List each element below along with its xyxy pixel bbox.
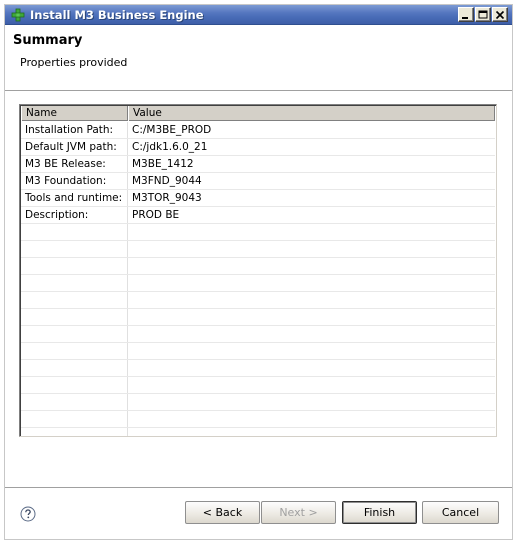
row-name <box>21 309 128 325</box>
content-area: Name Value Installation Path: C:/M3BE_PRO… <box>4 92 513 484</box>
row-name <box>21 224 128 240</box>
row-value <box>128 411 495 427</box>
row-name <box>21 411 128 427</box>
row-value <box>128 360 495 376</box>
summary-header: Summary Properties provided <box>4 25 513 91</box>
page-title: Summary <box>13 33 83 48</box>
row-name <box>21 377 128 393</box>
table-row[interactable]: Installation Path: C:/M3BE_PROD <box>21 122 495 139</box>
row-name <box>21 275 128 291</box>
row-value <box>128 258 495 274</box>
table-row[interactable]: Tools and runtime: M3TOR_9043 <box>21 190 495 207</box>
table-header: Name Value <box>21 106 495 121</box>
table-row[interactable]: Default JVM path: C:/jdk1.6.0_21 <box>21 139 495 156</box>
table-row[interactable]: M3 BE Release: M3BE_1412 <box>21 156 495 173</box>
row-value: PROD BE <box>132 209 180 221</box>
row-name <box>21 428 128 436</box>
row-name: Installation Path: <box>21 122 128 138</box>
row-value <box>128 394 495 410</box>
row-name: Default JVM path: <box>21 139 128 155</box>
row-value: M3BE_1412 <box>132 158 194 170</box>
close-button[interactable] <box>492 7 508 22</box>
column-header-value[interactable]: Value <box>128 106 495 121</box>
row-name: M3 BE Release: <box>21 156 128 172</box>
table-row-empty <box>21 275 495 292</box>
row-name <box>21 292 128 308</box>
minimize-button[interactable] <box>458 7 474 22</box>
column-header-name[interactable]: Name <box>21 106 128 121</box>
row-name: M3 Foundation: <box>21 173 128 189</box>
question-mark-icon[interactable] <box>20 506 36 522</box>
row-name <box>21 326 128 342</box>
table-row-empty <box>21 428 495 436</box>
finish-button[interactable]: Finish <box>342 501 417 524</box>
row-name <box>21 394 128 410</box>
row-value <box>128 224 495 240</box>
row-name: Tools and runtime: <box>21 190 128 206</box>
properties-table[interactable]: Name Value Installation Path: C:/M3BE_PRO… <box>19 104 497 437</box>
row-value <box>128 275 495 291</box>
row-name: Description: <box>21 207 128 223</box>
maximize-icon <box>478 10 488 19</box>
row-name <box>21 360 128 376</box>
row-value <box>128 326 495 342</box>
table-row[interactable]: Description: PROD BE <box>21 207 495 224</box>
row-value <box>128 309 495 325</box>
table-row-empty <box>21 360 495 377</box>
row-value <box>128 343 495 359</box>
close-icon <box>495 10 505 20</box>
table-row-empty <box>21 343 495 360</box>
table-row-empty <box>21 377 495 394</box>
row-value <box>128 377 495 393</box>
row-value <box>128 292 495 308</box>
footer-separator <box>4 487 513 489</box>
maximize-button[interactable] <box>475 7 491 22</box>
row-value: M3TOR_9043 <box>132 192 202 204</box>
table-row[interactable]: M3 Foundation: M3FND_9044 <box>21 173 495 190</box>
cancel-button[interactable]: Cancel <box>422 501 499 524</box>
row-value: M3FND_9044 <box>132 175 202 187</box>
row-name <box>21 343 128 359</box>
table-row-empty <box>21 394 495 411</box>
window-controls <box>458 7 508 22</box>
page-subtitle: Properties provided <box>20 56 128 69</box>
table-row-empty <box>21 258 495 275</box>
table-body: Installation Path: C:/M3BE_PROD Default J… <box>21 122 495 436</box>
row-value <box>128 428 495 436</box>
installer-window: Install M3 Business Engine Summary Prope… <box>0 0 517 544</box>
back-button[interactable]: < Back <box>185 501 260 524</box>
row-value: C:/M3BE_PROD <box>132 124 212 136</box>
green-plus-icon <box>11 8 25 22</box>
next-button[interactable]: Next > <box>261 501 336 524</box>
table-row-empty <box>21 326 495 343</box>
minimize-icon <box>462 17 468 19</box>
title-bar[interactable]: Install M3 Business Engine <box>4 4 513 25</box>
row-value <box>128 241 495 257</box>
table-row-empty <box>21 411 495 428</box>
table-row-empty <box>21 224 495 241</box>
row-value: C:/jdk1.6.0_21 <box>132 141 208 153</box>
table-row-empty <box>21 292 495 309</box>
row-name <box>21 258 128 274</box>
table-row-empty <box>21 241 495 258</box>
window-title: Install M3 Business Engine <box>30 8 204 22</box>
table-row-empty <box>21 309 495 326</box>
row-name <box>21 241 128 257</box>
